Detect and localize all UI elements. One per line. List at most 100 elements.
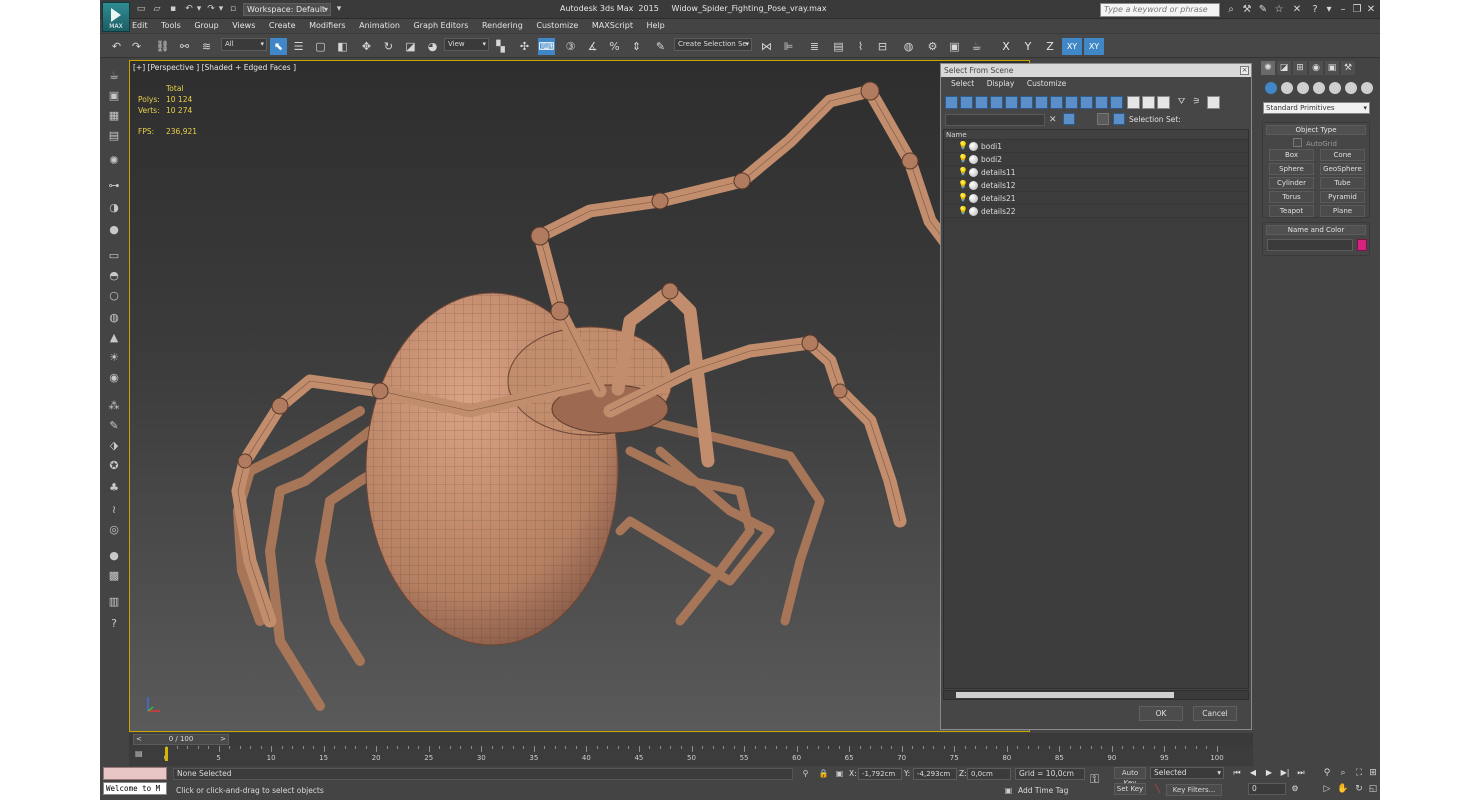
select-by-name-icon[interactable]: ☰	[290, 38, 307, 55]
mini-curve-editor-icon[interactable]: ▤	[135, 749, 147, 759]
default-in-out-tangent-icon[interactable]: ╲	[1152, 783, 1163, 795]
menu-group[interactable]: Group	[194, 19, 218, 32]
use-pivot-point-center-icon[interactable]: ▚	[492, 38, 509, 55]
menu-edit[interactable]: Edit	[132, 19, 148, 32]
x-coordinate-field[interactable]: -1,792cm	[858, 768, 902, 780]
redo-icon[interactable]: ↷	[206, 4, 216, 14]
find-filter-icon[interactable]	[1063, 113, 1075, 125]
light-bulb-icon[interactable]: 💡	[958, 194, 968, 202]
cone-button[interactable]: Cone	[1320, 149, 1365, 161]
communication-center-icon[interactable]: ✎	[1256, 3, 1270, 17]
sync-selection-icon[interactable]	[1207, 96, 1220, 109]
render-elements-icon[interactable]: ▩	[106, 568, 122, 584]
redo-dropdown-icon[interactable]: ▾	[216, 4, 226, 14]
spider-model[interactable]	[130, 61, 1030, 732]
time-configuration-icon[interactable]: ⚙	[1288, 783, 1302, 795]
restrict-to-z-button[interactable]: Z	[1040, 38, 1060, 55]
space-warps-icon[interactable]: ◑	[106, 200, 122, 216]
help-circle-icon[interactable]: ?	[106, 616, 122, 632]
dialog-title[interactable]: Select From Scene	[941, 64, 1251, 77]
dialog-menu-customize[interactable]: Customize	[1027, 77, 1066, 91]
reference-coordinate-dropdown[interactable]: View	[444, 38, 489, 51]
time-slider[interactable]: 0 / 100	[133, 734, 229, 745]
dialog-menu-display[interactable]: Display	[987, 77, 1015, 91]
dialog-menu-select[interactable]: Select	[951, 77, 974, 91]
search-icon[interactable]: ⌕	[1224, 3, 1238, 17]
filter-options-icon[interactable]: ⚞	[1190, 96, 1203, 109]
display-none-icon[interactable]	[1142, 96, 1155, 109]
clear-find-icon[interactable]: ✕	[1049, 114, 1059, 126]
displacement-icon[interactable]: ◎	[106, 522, 122, 538]
display-tab-icon[interactable]: ▣	[1325, 61, 1339, 75]
display-shapes-icon[interactable]	[960, 96, 973, 109]
display-bones-icon[interactable]	[1065, 96, 1078, 109]
list-item[interactable]: 💡 details22	[944, 205, 1248, 218]
display-cameras-icon[interactable]	[990, 96, 1003, 109]
light-bulb-icon[interactable]: 💡	[958, 168, 968, 176]
display-frozen-icon[interactable]	[1095, 96, 1108, 109]
layer-explorer-icon[interactable]: ≣	[806, 38, 823, 55]
restrict-plane-cycle-button[interactable]: XY	[1084, 38, 1104, 55]
close-icon[interactable]: ✕	[1364, 3, 1378, 17]
teapot-icon[interactable]: ☕	[106, 68, 122, 84]
display-groups-icon[interactable]	[1035, 96, 1048, 109]
fur-icon[interactable]: ⁂	[106, 398, 122, 414]
bind-to-space-warp-icon[interactable]: ≋	[198, 38, 215, 55]
ies-light-icon[interactable]: ◍	[106, 310, 122, 326]
render-setup-icon[interactable]: ⚙	[924, 38, 941, 55]
menu-help[interactable]: Help	[647, 19, 665, 32]
scene-object-list[interactable]: Name 💡 bodi1 💡 bodi2 💡 details11 💡 details12…	[943, 129, 1249, 689]
material-sphere-icon[interactable]: ●	[106, 548, 122, 564]
mirror-icon[interactable]: ⋈	[758, 38, 775, 55]
hair-icon[interactable]: ≀	[106, 502, 122, 518]
plane-icon[interactable]: ▭	[106, 248, 122, 264]
select-and-manipulate-icon[interactable]: ✣	[516, 38, 533, 55]
zoom-icon[interactable]: ⚲	[1320, 766, 1334, 780]
display-lights-icon[interactable]	[975, 96, 988, 109]
keyboard-shortcut-override-icon[interactable]: ⌨	[538, 38, 555, 55]
display-invert-icon[interactable]	[1157, 96, 1170, 109]
layers-icon[interactable]	[1097, 113, 1109, 125]
layer-manager-icon[interactable]: ▤	[106, 128, 122, 144]
go-to-end-icon[interactable]: ⏭	[1294, 767, 1308, 779]
favorites-icon[interactable]: ☆	[1272, 3, 1286, 17]
find-input[interactable]	[945, 114, 1045, 126]
select-object-icon[interactable]: ⬉	[270, 38, 287, 55]
menu-graph-editors[interactable]: Graph Editors	[413, 19, 468, 32]
filter-icon[interactable]: ⛛	[1175, 96, 1188, 109]
primitive-type-dropdown[interactable]: Standard Primitives	[1263, 102, 1370, 114]
create-tab-icon[interactable]: ✺	[1261, 61, 1275, 75]
light-bulb-icon[interactable]: 💡	[958, 181, 968, 189]
quick-access-customize-icon[interactable]: ▾	[334, 4, 344, 14]
scrollbar-thumb[interactable]	[956, 692, 1174, 698]
minimize-icon[interactable]: –	[1336, 3, 1350, 17]
selection-set-icon[interactable]	[1113, 113, 1125, 125]
sphere-button[interactable]: Sphere	[1269, 163, 1314, 175]
time-cursor[interactable]	[165, 747, 168, 761]
proxy-icon[interactable]: ⬗	[106, 438, 122, 454]
rectangular-selection-icon[interactable]: ▢	[312, 38, 329, 55]
box-button[interactable]: Box	[1269, 149, 1314, 161]
isolate-selection-icon[interactable]: ⚲	[800, 768, 811, 780]
current-frame-field[interactable]: 0	[1248, 783, 1286, 795]
toggle-ribbon-icon[interactable]: ▤	[830, 38, 847, 55]
field-of-view-icon[interactable]: ▷	[1320, 782, 1334, 796]
menu-maxscript[interactable]: MAXScript	[592, 19, 633, 32]
motion-tab-icon[interactable]: ◉	[1309, 61, 1323, 75]
zoom-extents-icon[interactable]: ⛶	[1352, 766, 1366, 780]
menu-customize[interactable]: Customize	[536, 19, 578, 32]
modify-tab-icon[interactable]: ◪	[1277, 61, 1291, 75]
workspace-dropdown[interactable]: Workspace: Default	[243, 3, 331, 16]
maxscript-mini-listener[interactable]: Welcome to M	[103, 782, 167, 795]
restore-icon[interactable]: ❐	[1350, 3, 1364, 17]
helpers-category-icon[interactable]	[1329, 82, 1341, 94]
tube-button[interactable]: Tube	[1320, 177, 1365, 189]
restrict-to-y-button[interactable]: Y	[1018, 38, 1038, 55]
window-crossing-icon[interactable]: ◧	[334, 38, 351, 55]
schematic-view-icon[interactable]: ⊟	[874, 38, 891, 55]
rendered-frame-window-icon[interactable]: ▣	[946, 38, 963, 55]
particle-icon[interactable]: ✎	[106, 418, 122, 434]
list-item[interactable]: 💡 details21	[944, 192, 1248, 205]
key-mode-dropdown[interactable]: Selected	[1150, 767, 1224, 779]
previous-frame-icon[interactable]: ◀	[1246, 767, 1260, 779]
